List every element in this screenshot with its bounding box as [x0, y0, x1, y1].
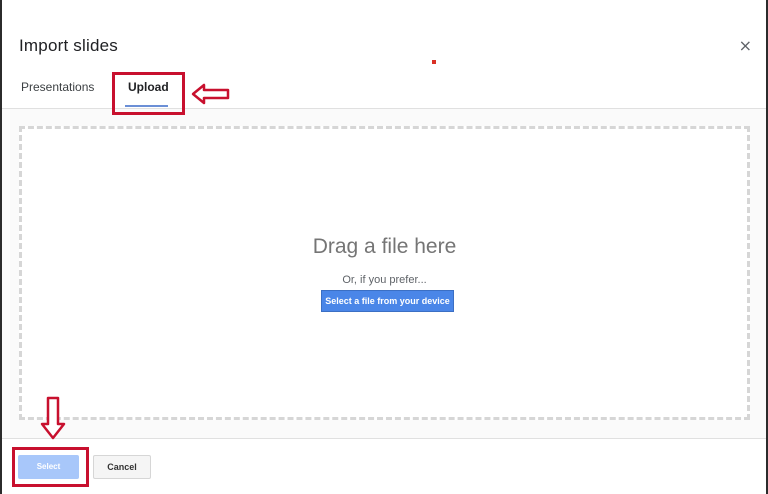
select-button[interactable]: Select	[18, 455, 79, 479]
file-dropzone[interactable]: Drag a file here Or, if you prefer... Se…	[19, 126, 750, 420]
active-tab-indicator	[125, 105, 168, 107]
dropzone-subtext: Or, if you prefer...	[342, 274, 427, 286]
dropzone-heading: Drag a file here	[312, 235, 457, 258]
cancel-button[interactable]: Cancel	[93, 455, 151, 479]
footer-divider	[2, 438, 766, 439]
close-icon[interactable]: ×	[739, 36, 752, 55]
tab-upload[interactable]: Upload	[128, 80, 169, 94]
tab-presentations[interactable]: Presentations	[21, 80, 94, 94]
dialog-title: Import slides	[19, 36, 118, 55]
stray-mark	[432, 60, 436, 64]
select-file-button[interactable]: Select a file from your device	[321, 290, 454, 312]
tab-bar: Presentations Upload	[2, 70, 766, 108]
import-slides-dialog: Import slides × Presentations Upload Dra…	[0, 0, 768, 494]
